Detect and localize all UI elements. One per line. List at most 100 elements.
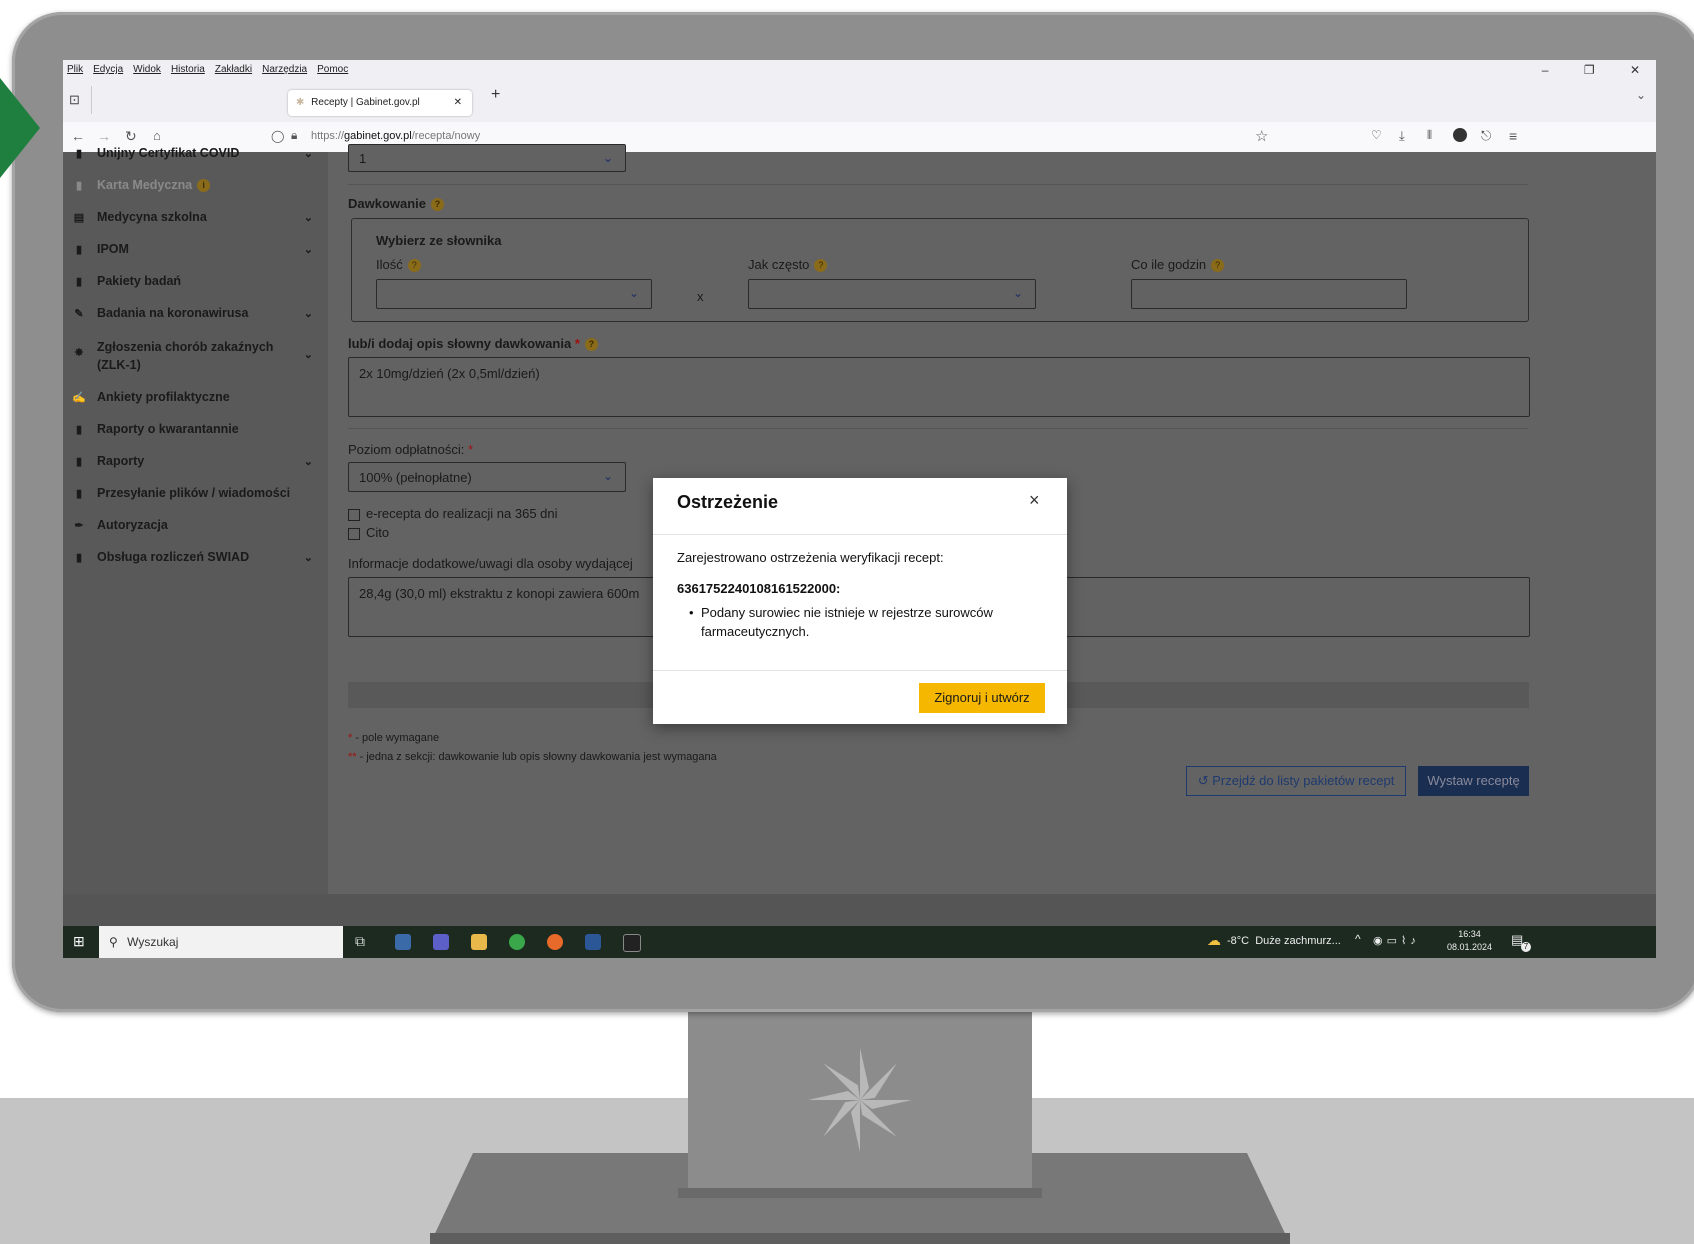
frequency-select[interactable]: ⌄ xyxy=(748,279,1036,309)
library-icon[interactable]: ⫴ xyxy=(1427,128,1432,143)
reload-icon[interactable]: ↻ xyxy=(125,128,137,145)
times-symbol: x xyxy=(697,289,704,304)
chevron-down-icon: ⌄ xyxy=(303,243,313,256)
file-explorer-icon[interactable] xyxy=(471,934,487,950)
chrome-icon[interactable] xyxy=(509,934,525,950)
acrobat-icon[interactable] xyxy=(623,934,641,952)
amount-label-text: Ilość xyxy=(376,257,403,272)
checkbox-365-row[interactable]: e-recepta do realizacji na 365 dni xyxy=(348,506,558,521)
restore-icon[interactable]: ❐ xyxy=(1584,63,1595,77)
back-icon[interactable]: ← xyxy=(71,128,85,144)
account-icon[interactable] xyxy=(1453,128,1467,142)
taskbar-search[interactable]: ⚲ Wyszukaj xyxy=(99,926,343,958)
menu-narzedzia[interactable]: Narzędzia xyxy=(262,64,307,75)
back-to-packages-label: Przejdź do listy pakietów recept xyxy=(1212,773,1395,788)
sidebar-item-covid[interactable]: ▮ Unijny Certyfikat COVID ⌄ xyxy=(71,146,321,160)
monitor-neck-shadow xyxy=(678,1188,1042,1198)
tray-icons[interactable]: ◉▭⌇♪ xyxy=(1373,934,1420,947)
pocket-icon[interactable]: ♡ xyxy=(1371,128,1382,142)
menu-historia[interactable]: Historia xyxy=(171,64,205,75)
bookmark-star-icon[interactable]: ☆ xyxy=(1255,127,1268,145)
sidebar-item-pakiety-badan[interactable]: ▮ Pakiety badań xyxy=(71,274,321,288)
notification-count-badge: 7 xyxy=(1521,942,1531,952)
forward-icon[interactable]: → xyxy=(97,128,111,144)
frequency-label-text: Jak często xyxy=(748,257,810,272)
sidebar-item-raporty[interactable]: ▮ Raporty ⌄ xyxy=(71,454,321,468)
url-field[interactable]: https://gabinet.gov.pl/recepta/nowy xyxy=(311,130,480,142)
tray-chevron-icon[interactable]: ^ xyxy=(1355,932,1361,946)
menu-hamburger-icon[interactable]: ≡ xyxy=(1509,128,1517,144)
firefox-icon[interactable] xyxy=(547,934,563,950)
sidebar-item-label: Raporty xyxy=(97,454,145,468)
verbal-textarea[interactable]: 2x 10mg/dzień (2x 0,5ml/dzień) xyxy=(348,357,1530,417)
minimize-icon[interactable]: – xyxy=(1542,63,1549,77)
tab-recepty[interactable]: ✱ Recepty | Gabinet.gov.pl ✕ xyxy=(288,90,472,116)
dictionary-title: Wybierz ze słownika xyxy=(376,233,502,248)
sidebar-item-swiad[interactable]: ▮ Obsługa rozliczeń SWIAD ⌄ xyxy=(71,550,321,564)
ignore-and-create-button[interactable]: Zignoruj i utwórz xyxy=(919,683,1045,713)
checkbox-cito[interactable] xyxy=(348,527,360,540)
extensions-icon[interactable]: ⎋ xyxy=(1481,128,1491,144)
task-view-icon[interactable]: ⧉ xyxy=(355,933,365,950)
tab-list-chevron-icon[interactable]: ⌄ xyxy=(1636,88,1646,102)
sidebar-item-ipom[interactable]: ▮ IPOM ⌄ xyxy=(71,242,321,256)
modal-divider xyxy=(653,534,1067,535)
warning-modal: Ostrzeżenie × Zarejestrowano ostrzeżenia… xyxy=(653,478,1067,724)
interval-input[interactable] xyxy=(1131,279,1407,309)
modal-warning-item: • Podany surowiec nie istnieje w rejestr… xyxy=(689,603,993,641)
submit-prescription-button[interactable]: Wystaw receptę xyxy=(1418,766,1529,796)
tab-close-icon[interactable]: ✕ xyxy=(454,90,462,116)
weather-text[interactable]: -8°C Duże zachmurz... xyxy=(1227,935,1341,947)
shield-icon[interactable]: ◯ xyxy=(271,129,284,143)
sidebar-item-medycyna-szkolna[interactable]: ▤ Medycyna szkolna ⌄ xyxy=(71,210,321,224)
menu-pomoc[interactable]: Pomoc xyxy=(317,64,348,75)
menu-edycja[interactable]: Edycja xyxy=(93,64,123,75)
chevron-down-icon: ⌄ xyxy=(303,211,313,224)
payment-select[interactable]: 100% (pełnopłatne) ⌄ xyxy=(348,462,626,492)
modal-warning-line1: Podany surowiec nie istnieje w rejestrze… xyxy=(701,605,993,620)
file-icon: ▮ xyxy=(75,423,83,436)
new-tab-icon[interactable]: + xyxy=(491,86,500,104)
lock-icon[interactable]: 🔒︎ xyxy=(291,128,297,143)
windows-start-icon[interactable]: ⊞ xyxy=(73,933,85,950)
download-icon[interactable]: ⤓ xyxy=(1399,128,1405,144)
modal-message: Zarejestrowano ostrzeżenia weryfikacji r… xyxy=(677,550,944,565)
sidebar-item-label: Przesyłanie plików / wiadomości xyxy=(97,486,291,500)
checkbox-365[interactable] xyxy=(348,508,360,521)
help-icon: ? xyxy=(1211,259,1225,273)
checkbox-cito-row[interactable]: Cito xyxy=(348,525,389,540)
sidebar-item-raporty-kwarantanna[interactable]: ▮ Raporty o kwarantannie xyxy=(71,422,321,436)
sidebar-item-przesylanie[interactable]: ▮ Przesyłanie plików / wiadomości xyxy=(71,486,321,500)
back-to-packages-button[interactable]: ↺ Przejdź do listy pakietów recept xyxy=(1186,766,1406,796)
sidebar-item-label: Karta Medyczna xyxy=(97,178,193,192)
tab-favicon-icon: ✱ xyxy=(296,97,305,108)
interval-label: Co ile godzin? xyxy=(1131,257,1225,273)
close-window-icon[interactable]: ✕ xyxy=(1630,63,1640,77)
menu-zakladki[interactable]: Zakładki xyxy=(215,64,252,75)
help-icon: ? xyxy=(584,338,598,352)
sidebar-item-autoryzacja[interactable]: ✒ Autoryzacja xyxy=(71,518,321,532)
amount-select[interactable]: ⌄ xyxy=(376,279,652,309)
file-icon: ▮ xyxy=(75,275,83,288)
url-path: /recepta/nowy xyxy=(411,130,481,142)
menu-plik[interactable]: Plik xyxy=(67,64,83,75)
clipboard-icon: ▮ xyxy=(75,179,83,192)
top-select[interactable]: 1 ⌄ xyxy=(348,144,626,172)
word-icon[interactable] xyxy=(585,934,601,950)
sidebar-item-ankiety[interactable]: ✍ Ankiety profilaktyczne xyxy=(71,390,321,404)
modal-close-icon[interactable]: × xyxy=(1029,490,1040,511)
url-prefix: https:// xyxy=(311,130,345,142)
teams-icon[interactable] xyxy=(433,934,449,950)
chevron-down-icon: ⌄ xyxy=(303,307,313,320)
book-icon: ▤ xyxy=(73,211,85,224)
tab-overview-icon[interactable]: ⊡ xyxy=(69,92,80,108)
menu-widok[interactable]: Widok xyxy=(133,64,161,75)
sidebar-item-zgloszenia[interactable]: ✸ Zgłoszenia chorób zakaźnych (ZLK-1) ⌄ xyxy=(71,338,321,374)
clock[interactable]: 16:34 08.01.2024 xyxy=(1447,928,1492,954)
clipboard-icon: ▮ xyxy=(75,243,83,256)
sidebar-item-badania-koronawirus[interactable]: ✎ Badania na koronawirusa ⌄ xyxy=(71,306,321,320)
frequency-label: Jak często? xyxy=(748,257,828,273)
home-icon[interactable]: ⌂ xyxy=(153,128,161,143)
calculator-icon[interactable] xyxy=(395,934,411,950)
signature-icon: ✒ xyxy=(74,519,84,532)
